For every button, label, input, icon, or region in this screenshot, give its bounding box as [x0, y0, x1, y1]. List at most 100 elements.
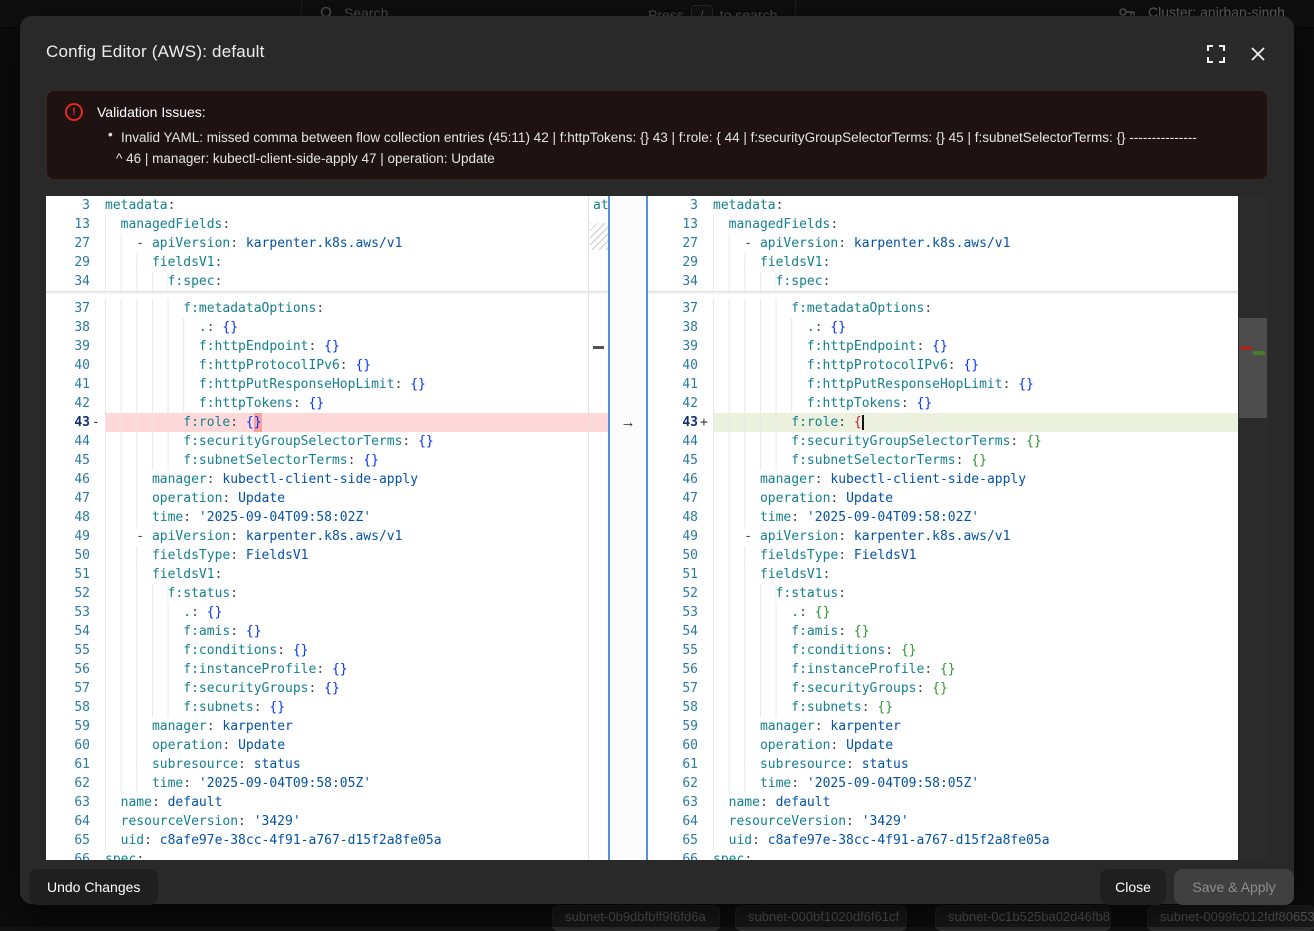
code-line[interactable]: 53.: {}: [648, 603, 1238, 622]
line-number: 53: [46, 603, 90, 622]
code-line[interactable]: 37f:metadataOptions:: [46, 299, 608, 318]
line-number: 56: [648, 660, 698, 679]
code-line[interactable]: 45f:subnetSelectorTerms: {}: [46, 451, 608, 470]
code-line[interactable]: 59manager: karpenter: [648, 717, 1238, 736]
code-line[interactable]: 65uid: c8afe97e-38cc-4f91-a767-d15f2a8fe…: [648, 831, 1238, 850]
undo-changes-button[interactable]: Undo Changes: [29, 869, 158, 905]
code-line[interactable]: 64resourceVersion: '3429': [648, 812, 1238, 831]
code-line[interactable]: 64resourceVersion: '3429': [46, 812, 608, 831]
code-line[interactable]: 27- apiVersion: karpenter.k8s.aws/v1: [648, 234, 1238, 253]
line-number: 50: [648, 546, 698, 565]
code-line[interactable]: 41f:httpPutResponseHopLimit: {}: [648, 375, 1238, 394]
expand-button[interactable]: [1202, 40, 1230, 68]
code-line[interactable]: 13managedFields:: [46, 215, 608, 234]
code-line[interactable]: 66spec:: [46, 850, 608, 860]
original-pane[interactable]: at 3metadata:13managedFields:27- apiVers…: [46, 196, 608, 860]
code-line[interactable]: 55f:conditions: {}: [46, 641, 608, 660]
code-line[interactable]: 48time: '2025-09-04T09:58:02Z': [46, 508, 608, 527]
code-line[interactable]: 49- apiVersion: karpenter.k8s.aws/v1: [648, 527, 1238, 546]
code-line[interactable]: 42f:httpTokens: {}: [648, 394, 1238, 413]
code-line[interactable]: 52f:status:: [46, 584, 608, 603]
code-line[interactable]: 56f:instanceProfile: {}: [46, 660, 608, 679]
code-line[interactable]: 41f:httpPutResponseHopLimit: {}: [46, 375, 608, 394]
code-line[interactable]: 57f:securityGroups: {}: [46, 679, 608, 698]
line-number: 58: [46, 698, 90, 717]
code-line[interactable]: 42f:httpTokens: {}: [46, 394, 608, 413]
line-number: 62: [648, 774, 698, 793]
line-number: 27: [46, 234, 90, 253]
line-number: 62: [46, 774, 90, 793]
code-line[interactable]: 47operation: Update: [648, 489, 1238, 508]
code-line[interactable]: 27- apiVersion: karpenter.k8s.aws/v1: [46, 234, 608, 253]
code-line[interactable]: 29fieldsV1:: [648, 253, 1238, 272]
code-line[interactable]: 40f:httpProtocolIPv6: {}: [648, 356, 1238, 375]
code-line[interactable]: 43-f:role: {}: [46, 413, 608, 432]
code-line[interactable]: 34f:spec:: [46, 272, 608, 291]
code-line[interactable]: 52f:status:: [648, 584, 1238, 603]
save-apply-button[interactable]: Save & Apply: [1174, 869, 1294, 905]
code-line[interactable]: 63name: default: [648, 793, 1238, 812]
code-line[interactable]: 49- apiVersion: karpenter.k8s.aws/v1: [46, 527, 608, 546]
scrollbar-track[interactable]: [1238, 196, 1268, 860]
line-number: 59: [46, 717, 90, 736]
scrollbar-slider[interactable]: [1239, 318, 1267, 418]
code-line[interactable]: 34f:spec:: [648, 272, 1238, 291]
diff-sash[interactable]: →: [608, 196, 648, 860]
code-line[interactable]: 65uid: c8afe97e-38cc-4f91-a767-d15f2a8fe…: [46, 831, 608, 850]
code-line[interactable]: 13managedFields:: [648, 215, 1238, 234]
line-number: 60: [46, 736, 90, 755]
line-number: 38: [46, 318, 90, 337]
code-line[interactable]: 54f:amis: {}: [46, 622, 608, 641]
line-number: 65: [648, 831, 698, 850]
code-line[interactable]: 29fieldsV1:: [46, 253, 608, 272]
code-line[interactable]: 37f:metadataOptions:: [648, 299, 1238, 318]
code-line[interactable]: 48time: '2025-09-04T09:58:02Z': [648, 508, 1238, 527]
line-number: 50: [46, 546, 90, 565]
code-line[interactable]: 62time: '2025-09-04T09:58:05Z': [46, 774, 608, 793]
code-line[interactable]: 50fieldsType: FieldsV1: [648, 546, 1238, 565]
code-line[interactable]: 44f:securityGroupSelectorTerms: {}: [46, 432, 608, 451]
code-line[interactable]: 57f:securityGroups: {}: [648, 679, 1238, 698]
code-line[interactable]: 50fieldsType: FieldsV1: [46, 546, 608, 565]
code-line[interactable]: 61subresource: status: [648, 755, 1238, 774]
code-line[interactable]: 63name: default: [46, 793, 608, 812]
code-line[interactable]: 56f:instanceProfile: {}: [648, 660, 1238, 679]
code-line[interactable]: 44f:securityGroupSelectorTerms: {}: [648, 432, 1238, 451]
code-line[interactable]: 51fieldsV1:: [46, 565, 608, 584]
code-line[interactable]: 58f:subnets: {}: [648, 698, 1238, 717]
expand-icon: [1207, 45, 1225, 63]
modified-pane[interactable]: 3metadata:13managedFields:27- apiVersion…: [648, 196, 1238, 860]
line-number: 47: [46, 489, 90, 508]
code-line[interactable]: 61subresource: status: [46, 755, 608, 774]
code-line[interactable]: 54f:amis: {}: [648, 622, 1238, 641]
code-line[interactable]: 39f:httpEndpoint: {}: [46, 337, 608, 356]
code-line[interactable]: 43+f:role: {: [648, 413, 1238, 432]
close-button[interactable]: [1244, 40, 1272, 68]
code-line[interactable]: 45f:subnetSelectorTerms: {}: [648, 451, 1238, 470]
code-line[interactable]: 46manager: kubectl-client-side-apply: [46, 470, 608, 489]
line-number: 41: [46, 375, 90, 394]
close-footer-button[interactable]: Close: [1100, 869, 1166, 905]
code-line[interactable]: 62time: '2025-09-04T09:58:05Z': [648, 774, 1238, 793]
line-number: 57: [648, 679, 698, 698]
code-line[interactable]: 3metadata:: [46, 196, 608, 215]
code-line[interactable]: 46manager: kubectl-client-side-apply: [648, 470, 1238, 489]
code-line[interactable]: 59manager: karpenter: [46, 717, 608, 736]
code-line[interactable]: 38.: {}: [648, 318, 1238, 337]
line-number: 63: [648, 793, 698, 812]
revert-change-arrow[interactable]: →: [610, 413, 646, 432]
code-line[interactable]: 39f:httpEndpoint: {}: [648, 337, 1238, 356]
code-line[interactable]: 3metadata:: [648, 196, 1238, 215]
line-number: 54: [46, 622, 90, 641]
code-line[interactable]: 60operation: Update: [46, 736, 608, 755]
code-line[interactable]: 55f:conditions: {}: [648, 641, 1238, 660]
code-line[interactable]: 51fieldsV1:: [648, 565, 1238, 584]
code-line[interactable]: 60operation: Update: [648, 736, 1238, 755]
line-number: 43: [648, 413, 698, 432]
code-line[interactable]: 58f:subnets: {}: [46, 698, 608, 717]
code-line[interactable]: 47operation: Update: [46, 489, 608, 508]
code-line[interactable]: 53.: {}: [46, 603, 608, 622]
code-line[interactable]: 66spec:: [648, 850, 1238, 860]
code-line[interactable]: 40f:httpProtocolIPv6: {}: [46, 356, 608, 375]
code-line[interactable]: 38.: {}: [46, 318, 608, 337]
